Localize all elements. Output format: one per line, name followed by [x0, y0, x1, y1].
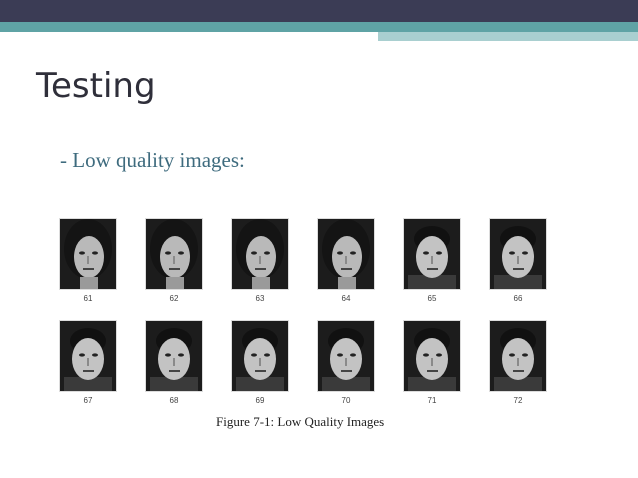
nose — [345, 256, 347, 264]
face-image — [317, 320, 375, 392]
top-banner-accent — [0, 22, 638, 32]
face-tile: 70 — [316, 320, 376, 405]
mouth — [255, 370, 266, 372]
face-label: 63 — [255, 294, 265, 303]
face-image — [59, 320, 117, 392]
face-tile: 64 — [316, 218, 376, 303]
face-image — [231, 218, 289, 290]
mouth — [83, 268, 94, 270]
figure-caption: Figure 7-1: Low Quality Images — [216, 414, 385, 429]
nose — [517, 358, 519, 366]
nose — [87, 256, 89, 264]
eye-right — [92, 251, 98, 255]
face-image — [145, 320, 203, 392]
eye-left — [251, 251, 257, 255]
mouth — [513, 268, 524, 270]
neck-shape — [338, 277, 356, 289]
face-tile: 63 — [230, 218, 290, 303]
eye-right — [178, 251, 184, 255]
nose — [173, 358, 175, 366]
eye-right — [178, 353, 184, 357]
face-tile: 61 — [58, 218, 118, 303]
face-tile: 71 — [402, 320, 462, 405]
face-label: 62 — [169, 294, 179, 303]
face-tile: 65 — [402, 218, 462, 303]
eye-left — [251, 353, 257, 357]
face-image — [59, 218, 117, 290]
face-tile: 62 — [144, 218, 204, 303]
eye-right — [264, 251, 270, 255]
face-label: 72 — [513, 396, 523, 405]
eye-right — [522, 251, 528, 255]
nose — [431, 358, 433, 366]
eye-right — [350, 251, 356, 255]
eye-left — [423, 251, 429, 255]
mouth — [169, 268, 180, 270]
face-image — [317, 218, 375, 290]
face-label: 68 — [169, 396, 179, 405]
bullet-text: - Low quality images: — [60, 148, 245, 172]
face-label: 61 — [83, 294, 93, 303]
eye-right — [522, 353, 528, 357]
face-label: 69 — [255, 396, 265, 405]
eye-left — [509, 353, 515, 357]
eye-left — [337, 353, 343, 357]
eye-left — [79, 251, 85, 255]
face-tile: 72 — [488, 320, 548, 405]
eye-right — [436, 353, 442, 357]
mouth — [255, 268, 266, 270]
eye-left — [509, 251, 515, 255]
face-label: 67 — [83, 396, 93, 405]
face-label: 65 — [427, 294, 437, 303]
eye-left — [165, 251, 171, 255]
slide-title: Testing — [36, 66, 156, 106]
eye-left — [79, 353, 85, 357]
face-image — [403, 218, 461, 290]
face-image — [145, 218, 203, 290]
eye-right — [436, 251, 442, 255]
face-label: 64 — [341, 294, 351, 303]
neck-shape — [166, 277, 184, 289]
face-label: 70 — [341, 396, 351, 405]
nose — [345, 358, 347, 366]
face-label: 71 — [427, 396, 437, 405]
eye-left — [165, 353, 171, 357]
face-image — [489, 218, 547, 290]
face-tile: 69 — [230, 320, 290, 405]
eye-left — [337, 251, 343, 255]
face-label: 66 — [513, 294, 523, 303]
nose — [259, 256, 261, 264]
face-image — [231, 320, 289, 392]
mouth — [169, 370, 180, 372]
mouth — [513, 370, 524, 372]
neck-shape — [80, 277, 98, 289]
mouth — [427, 268, 438, 270]
nose — [431, 256, 433, 264]
mouth — [83, 370, 94, 372]
nose — [259, 358, 261, 366]
top-banner-dark — [0, 0, 638, 22]
eye-right — [92, 353, 98, 357]
top-banner-accent-light — [378, 32, 638, 41]
eye-right — [264, 353, 270, 357]
eye-left — [423, 353, 429, 357]
nose — [517, 256, 519, 264]
eye-right — [350, 353, 356, 357]
face-image — [403, 320, 461, 392]
nose — [173, 256, 175, 264]
mouth — [341, 370, 352, 372]
neck-shape — [252, 277, 270, 289]
face-tile: 67 — [58, 320, 118, 405]
face-image-grid: 61 62 63 64 65 66 67 68 69 70 71 72 — [52, 214, 572, 434]
face-tile: 68 — [144, 320, 204, 405]
mouth — [341, 268, 352, 270]
face-tile: 66 — [488, 218, 548, 303]
face-image — [489, 320, 547, 392]
mouth — [427, 370, 438, 372]
nose — [87, 358, 89, 366]
